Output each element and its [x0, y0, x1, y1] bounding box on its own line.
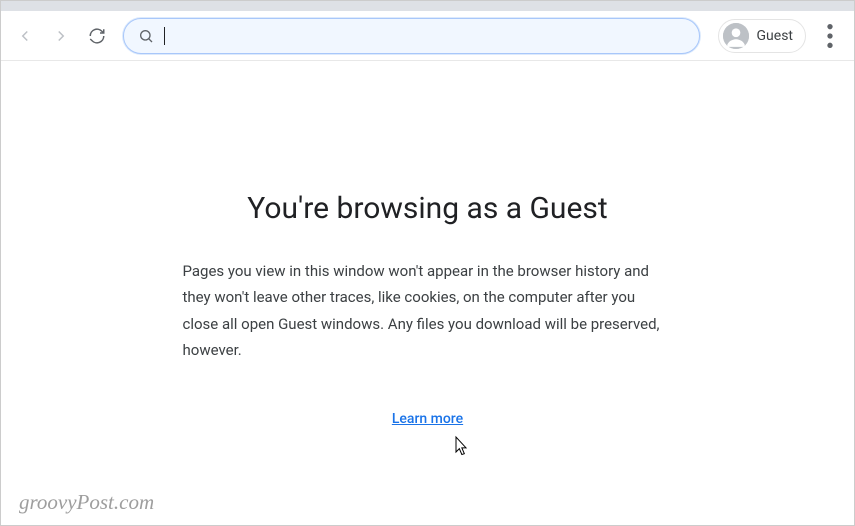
profile-chip[interactable]: Guest — [718, 19, 806, 53]
kebab-menu-button[interactable] — [814, 20, 846, 52]
address-input[interactable] — [175, 28, 685, 44]
toolbar: Guest — [1, 11, 854, 61]
search-icon — [138, 28, 154, 44]
page-title: You're browsing as a Guest — [1, 191, 854, 226]
avatar — [723, 23, 749, 49]
back-button[interactable] — [9, 20, 41, 52]
forward-button[interactable] — [45, 20, 77, 52]
reload-button[interactable] — [81, 20, 113, 52]
profile-label: Guest — [757, 28, 793, 44]
watermark: groovyPost.com — [19, 490, 154, 515]
omnibox[interactable] — [123, 18, 700, 54]
learn-more-link[interactable]: Learn more — [392, 411, 463, 427]
content-area: You're browsing as a Guest Pages you vie… — [1, 61, 854, 427]
text-caret — [164, 27, 165, 45]
page-description: Pages you view in this window won't appe… — [183, 258, 673, 363]
mouse-cursor-icon — [451, 435, 471, 463]
tabstrip: New Tab — [1, 1, 854, 11]
